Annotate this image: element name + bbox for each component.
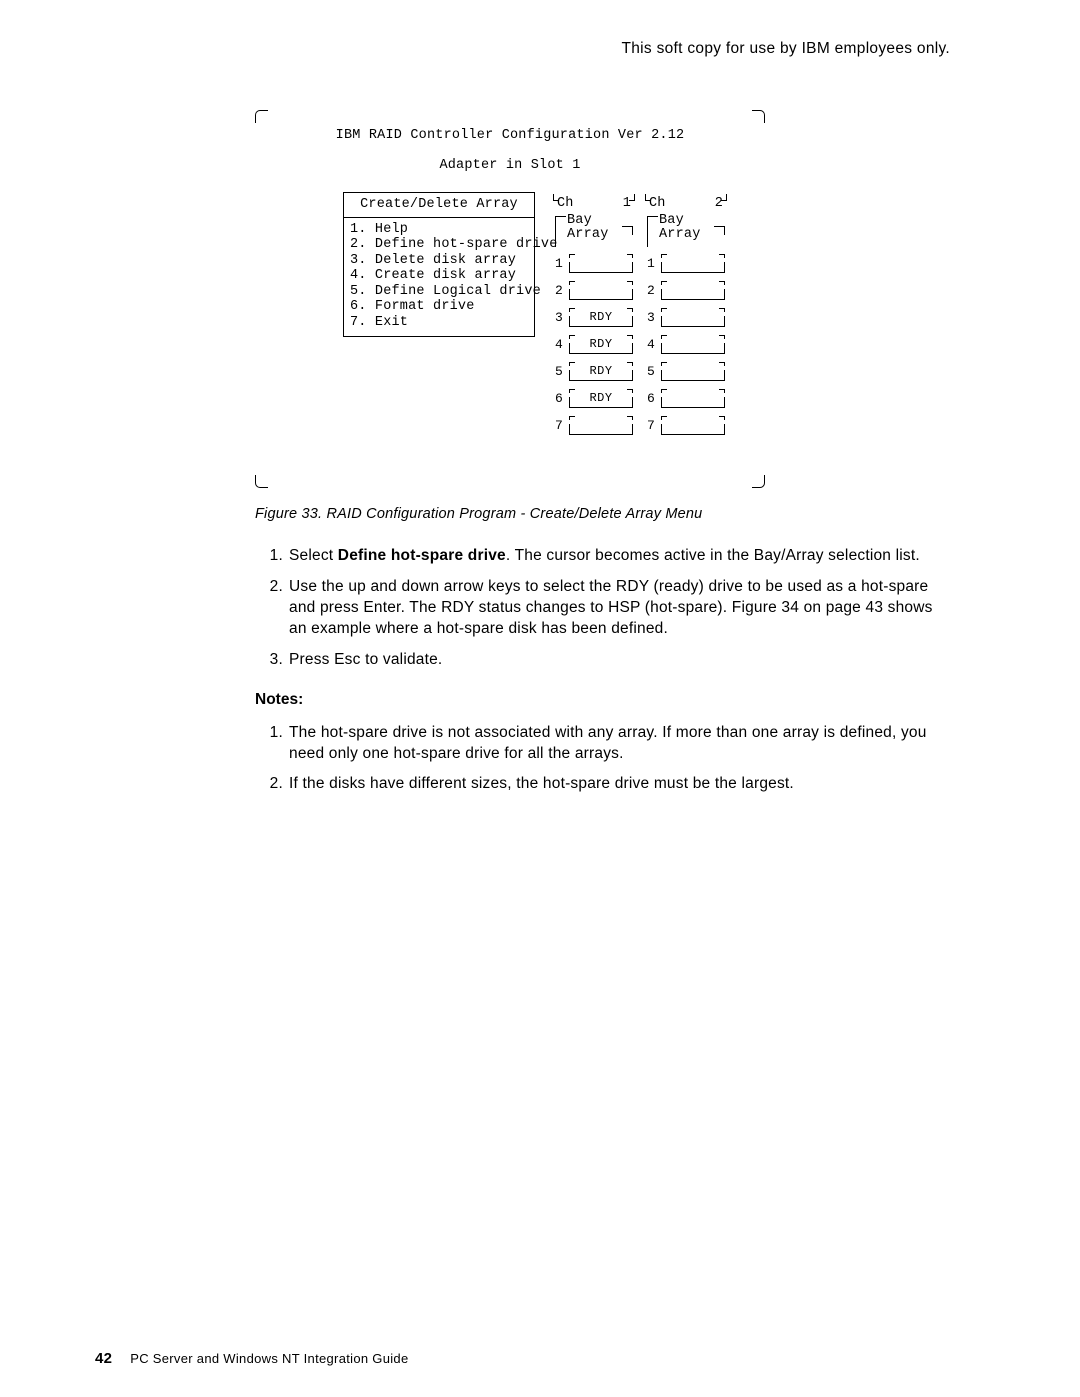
- bay-slot-row: 2: [555, 277, 633, 300]
- bay-slot-row: 7: [647, 412, 725, 435]
- menu-item-exit: 7. Exit: [350, 315, 528, 331]
- bay-slot-row: 6RDY: [555, 385, 633, 408]
- step-number: 1.: [255, 546, 289, 567]
- step-pre: Select: [289, 547, 338, 564]
- menu-item-create-array: 4. Create disk array: [350, 268, 528, 284]
- step-text: Select Define hot-spare drive. The curso…: [289, 546, 950, 567]
- screen-title: IBM RAID Controller Configuration Ver 2.…: [255, 128, 765, 144]
- channel-label: Ch: [557, 196, 574, 212]
- bracket-icon: [622, 226, 633, 235]
- notes-heading: Notes:: [255, 691, 950, 709]
- slot-number: 4: [555, 338, 565, 354]
- slot-number: 3: [555, 311, 565, 327]
- frame-corner-icon: [255, 110, 268, 123]
- slot-status-box: [661, 337, 725, 354]
- notes-list: 1. The hot-spare drive is not associated…: [255, 723, 950, 796]
- confidentiality-note: This soft copy for use by IBM employees …: [95, 40, 950, 58]
- slot-number: 4: [647, 338, 657, 354]
- frame-corner-icon: [752, 110, 765, 123]
- bay-slot-row: 2: [647, 277, 725, 300]
- bay-slot-row: 1: [647, 250, 725, 273]
- bracket-icon: [714, 226, 725, 235]
- slot-status-box: RDY: [569, 391, 633, 408]
- slot-number: 2: [647, 284, 657, 300]
- page-footer: 42 PC Server and Windows NT Integration …: [95, 1350, 408, 1367]
- figure-caption: Figure 33. RAID Configuration Program - …: [255, 506, 950, 522]
- slot-number: 5: [555, 365, 565, 381]
- step-number: 3.: [255, 650, 289, 671]
- note-item: 1. The hot-spare drive is not associated…: [255, 723, 950, 765]
- slot-status-box: [661, 391, 725, 408]
- slot-status-box: [661, 283, 725, 300]
- note-text: The hot-spare drive is not associated wi…: [289, 723, 950, 765]
- bay-slot-row: 4RDY: [555, 331, 633, 354]
- channel-label: Ch: [649, 196, 666, 212]
- bay-slot-row: 5: [647, 358, 725, 381]
- raid-config-screen: IBM RAID Controller Configuration Ver 2.…: [255, 110, 765, 488]
- slot-number: 5: [647, 365, 657, 381]
- menu-item-help: 1. Help: [350, 222, 528, 238]
- step-item: 3. Press Esc to validate.: [255, 650, 950, 671]
- bay-slot-row: 4: [647, 331, 725, 354]
- bay-slot-row: 6: [647, 385, 725, 408]
- caption-text: RAID Configuration Program - Create/Dele…: [327, 506, 703, 522]
- note-number: 1.: [255, 723, 289, 765]
- array-label: Array: [567, 227, 609, 243]
- bracket-icon: [555, 216, 566, 247]
- slot-number: 6: [555, 392, 565, 408]
- slot-number: 1: [555, 257, 565, 273]
- slot-status-box: [661, 364, 725, 381]
- note-item: 2. If the disks have different sizes, th…: [255, 774, 950, 795]
- bay-slot-row: 5RDY: [555, 358, 633, 381]
- slot-number: 1: [647, 257, 657, 273]
- create-delete-menu: Create/Delete Array 1. Help 2. Define ho…: [343, 192, 535, 337]
- footer-title: PC Server and Windows NT Integration Gui…: [130, 1351, 408, 1366]
- slot-status-box: [661, 310, 725, 327]
- menu-item-define-hotspare: 2. Define hot-spare drive: [350, 237, 528, 253]
- step-bold: Define hot-spare drive: [338, 547, 506, 564]
- page-number: 42: [95, 1350, 112, 1367]
- slot-status-box: [569, 418, 633, 435]
- slot-status-box: [661, 256, 725, 273]
- steps-list: 1. Select Define hot-spare drive. The cu…: [255, 546, 950, 671]
- bay-slot-row: 3: [647, 304, 725, 327]
- slot-status-box: RDY: [569, 337, 633, 354]
- note-text: If the disks have different sizes, the h…: [289, 774, 950, 795]
- slot-status-box: RDY: [569, 364, 633, 381]
- note-number: 2.: [255, 774, 289, 795]
- channel-1-column: Ch 1 Bay Array 1 2 3RDY 4RDY 5RDY 6RDY 7: [555, 196, 633, 435]
- slot-status-box: [661, 418, 725, 435]
- frame-corner-icon: [255, 475, 268, 488]
- step-post: . The cursor becomes active in the Bay/A…: [506, 547, 920, 564]
- menu-item-delete-array: 3. Delete disk array: [350, 253, 528, 269]
- slot-number: 6: [647, 392, 657, 408]
- slot-number: 7: [647, 419, 657, 435]
- step-text: Press Esc to validate.: [289, 650, 950, 671]
- slot-number: 2: [555, 284, 565, 300]
- bay-slot-row: 3RDY: [555, 304, 633, 327]
- screen-subtitle: Adapter in Slot 1: [255, 158, 765, 174]
- step-text: Use the up and down arrow keys to select…: [289, 577, 950, 640]
- step-number: 2.: [255, 577, 289, 640]
- slot-number: 7: [555, 419, 565, 435]
- slot-status-box: [569, 256, 633, 273]
- bay-slot-row: 1: [555, 250, 633, 273]
- array-label: Array: [659, 227, 701, 243]
- slot-status-box: [569, 283, 633, 300]
- frame-corner-icon: [752, 475, 765, 488]
- slot-status-box: RDY: [569, 310, 633, 327]
- step-item: 2. Use the up and down arrow keys to sel…: [255, 577, 950, 640]
- menu-item-format-drive: 6. Format drive: [350, 299, 528, 315]
- menu-item-define-logical: 5. Define Logical drive: [350, 284, 528, 300]
- step-item: 1. Select Define hot-spare drive. The cu…: [255, 546, 950, 567]
- bay-slot-row: 7: [555, 412, 633, 435]
- channel-2-column: Ch 2 Bay Array 1 2 3 4 5 6 7: [647, 196, 725, 435]
- slot-number: 3: [647, 311, 657, 327]
- bracket-icon: [647, 216, 658, 247]
- caption-prefix: Figure 33.: [255, 506, 327, 522]
- notch-icon: [629, 194, 635, 201]
- notch-icon: [721, 194, 727, 201]
- menu-title: Create/Delete Array: [344, 193, 534, 218]
